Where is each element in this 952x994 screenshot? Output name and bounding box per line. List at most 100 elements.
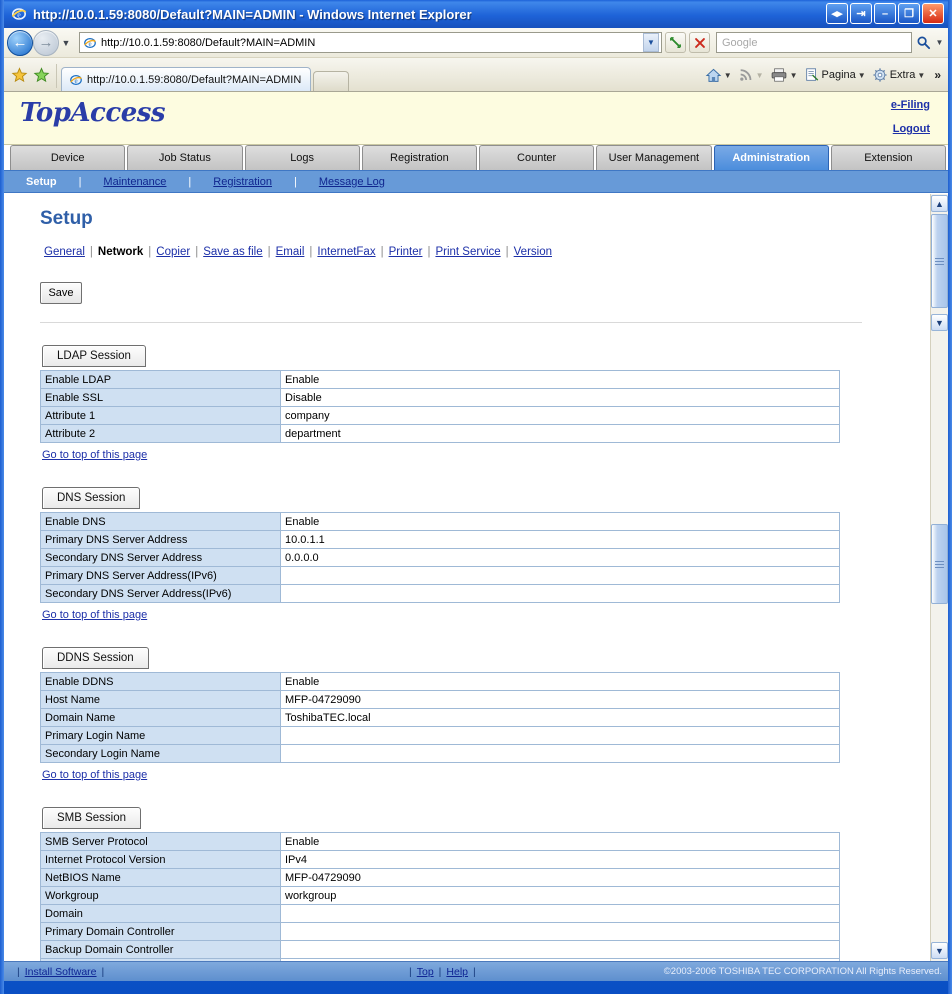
section-heading[interactable]: DNS Session — [42, 487, 141, 509]
search-dropdown-icon[interactable]: ▼ — [934, 32, 945, 53]
print-caret[interactable]: ▼ — [790, 71, 798, 80]
page-scrollbar[interactable]: ▲ ▼ — [930, 194, 948, 332]
tab-user-management[interactable]: User Management — [596, 145, 712, 170]
setting-label: Secondary DNS Server Address — [40, 548, 281, 567]
footer-center: | Top | Help | — [404, 966, 481, 978]
settings-table: Enable DDNS Enable Host Name MFP-04729090 Do… — [40, 672, 840, 763]
print-icon — [771, 68, 786, 82]
section-link-print-service[interactable]: Print Service — [435, 246, 500, 258]
top-link[interactable]: Top — [417, 966, 434, 978]
save-button[interactable]: Save — [40, 282, 82, 304]
quick-tabs-button[interactable]: ⇥ — [850, 3, 872, 24]
section-heading[interactable]: SMB Session — [42, 807, 142, 829]
setting-value — [280, 726, 840, 745]
refresh-button[interactable] — [665, 32, 686, 53]
subtab-separator-1: | — [78, 175, 82, 188]
section-link-copier[interactable]: Copier — [156, 246, 190, 258]
frame-scroll-down-button[interactable]: ▼ — [931, 942, 948, 959]
window-border-right — [948, 0, 952, 994]
svg-text:e: e — [74, 77, 77, 85]
go-to-top-link[interactable]: Go to top of this page — [42, 449, 147, 461]
tools-menu-button[interactable]: Extra ▼ — [870, 64, 928, 86]
subtab-message-log[interactable]: Message Log — [319, 176, 385, 188]
frame-scroll-thumb[interactable] — [931, 524, 948, 604]
close-button[interactable]: ✕ — [922, 3, 944, 24]
setting-label: Enable DDNS — [40, 672, 281, 691]
subtab-maintenance[interactable]: Maintenance — [103, 176, 166, 188]
section-link-general[interactable]: General — [44, 246, 85, 258]
address-dropdown-icon[interactable]: ▼ — [643, 33, 659, 52]
minimize-button[interactable]: – — [874, 3, 896, 24]
section-heading[interactable]: DDNS Session — [42, 647, 149, 669]
search-box[interactable]: Google — [716, 32, 912, 53]
search-input[interactable]: Google — [717, 37, 911, 49]
setting-label: NetBIOS Name — [40, 868, 281, 887]
setting-label: Domain — [40, 904, 281, 923]
link-sep-8: | — [505, 246, 509, 258]
tab-bar: e http://10.0.1.59:8080/Default?MAIN=ADM… — [4, 58, 948, 92]
settings-table: Enable LDAP Enable Enable SSL Disable Attrib… — [40, 370, 840, 443]
footer-pipe-4: | — [438, 965, 442, 978]
back-button[interactable]: ← — [7, 29, 33, 56]
stop-button[interactable] — [689, 32, 710, 53]
add-to-favorites-icon[interactable] — [30, 64, 52, 86]
table-row: SMB Server Protocol Enable — [40, 832, 840, 851]
go-to-top-link[interactable]: Go to top of this page — [42, 609, 147, 621]
restore-size-button[interactable]: ◂▸ — [826, 3, 848, 24]
page-scroll-thumb[interactable] — [931, 214, 948, 308]
tab-logs[interactable]: Logs — [244, 145, 360, 170]
table-row: Primary Domain Controller — [40, 922, 840, 941]
section-link-save-as-file[interactable]: Save as file — [203, 246, 262, 258]
favorites-center-icon[interactable] — [8, 64, 30, 86]
print-button[interactable]: ▼ — [768, 64, 800, 86]
efiling-link[interactable]: e-Filing — [891, 99, 930, 111]
content-frame-body: Setup General | Network | Copier | Save as fil… — [4, 194, 930, 961]
search-go-icon[interactable] — [912, 32, 934, 53]
address-input[interactable]: http://10.0.1.59:8080/Default?MAIN=ADMIN — [98, 37, 643, 49]
section-heading[interactable]: LDAP Session — [42, 345, 146, 367]
setting-label: SMB Server Protocol — [40, 832, 281, 851]
section-link-internetfax[interactable]: InternetFax — [317, 246, 375, 258]
settings-table: SMB Server Protocol Enable Internet Protoc… — [40, 832, 840, 961]
svg-text:e: e — [88, 40, 91, 48]
footer-pipe-2: | — [101, 965, 105, 978]
tab-extension[interactable]: Extension — [830, 145, 946, 170]
page-menu-caret[interactable]: ▼ — [858, 71, 866, 80]
tab-job-status[interactable]: Job Status — [127, 145, 243, 170]
table-row: Attribute 2 department — [40, 424, 840, 443]
tab-counter[interactable]: Counter — [479, 145, 595, 170]
install-software-link[interactable]: Install Software — [25, 966, 97, 978]
setting-label: Primary Login Name — [40, 726, 281, 745]
page-scroll-up-button[interactable]: ▲ — [931, 195, 948, 212]
home-caret[interactable]: ▼ — [724, 71, 732, 80]
tab-device[interactable]: Device — [10, 145, 126, 170]
home-button[interactable]: ▼ — [703, 64, 734, 86]
logout-link[interactable]: Logout — [893, 123, 930, 135]
section-link-printer[interactable]: Printer — [389, 246, 423, 258]
tab-registration[interactable]: Registration — [361, 145, 477, 170]
link-sep-6: | — [380, 246, 384, 258]
section-link-email[interactable]: Email — [276, 246, 305, 258]
tab-administration[interactable]: Administration — [713, 145, 829, 170]
page-menu-button[interactable]: Pagina ▼ — [802, 64, 868, 86]
maximize-button[interactable]: ❐ — [898, 3, 920, 24]
history-dropdown-icon[interactable]: ▼ — [59, 38, 73, 48]
new-tab-button[interactable] — [313, 71, 349, 91]
forward-button[interactable]: → — [33, 29, 59, 56]
page-icon — [805, 68, 818, 81]
setting-value — [280, 744, 840, 763]
help-link[interactable]: Help — [446, 966, 468, 978]
browser-tab[interactable]: e http://10.0.1.59:8080/Default?MAIN=ADM… — [61, 67, 311, 91]
toolbar-overflow-icon[interactable]: » — [929, 68, 944, 82]
tools-menu-caret[interactable]: ▼ — [917, 71, 925, 80]
section-link-version[interactable]: Version — [514, 246, 552, 258]
address-bar[interactable]: e http://10.0.1.59:8080/Default?MAIN=ADM… — [79, 32, 662, 53]
page-scroll-down-button[interactable]: ▼ — [931, 314, 948, 331]
setting-label: Secondary DNS Server Address(IPv6) — [40, 584, 281, 603]
subtab-setup[interactable]: Setup — [26, 176, 57, 188]
feeds-button[interactable]: ▼ — [736, 64, 766, 86]
subtab-registration[interactable]: Registration — [213, 176, 272, 188]
go-to-top-link[interactable]: Go to top of this page — [42, 769, 147, 781]
feeds-caret[interactable]: ▼ — [756, 71, 764, 80]
settings-section: DNS Session Enable DNS Enable Primary DNS S… — [40, 487, 930, 647]
